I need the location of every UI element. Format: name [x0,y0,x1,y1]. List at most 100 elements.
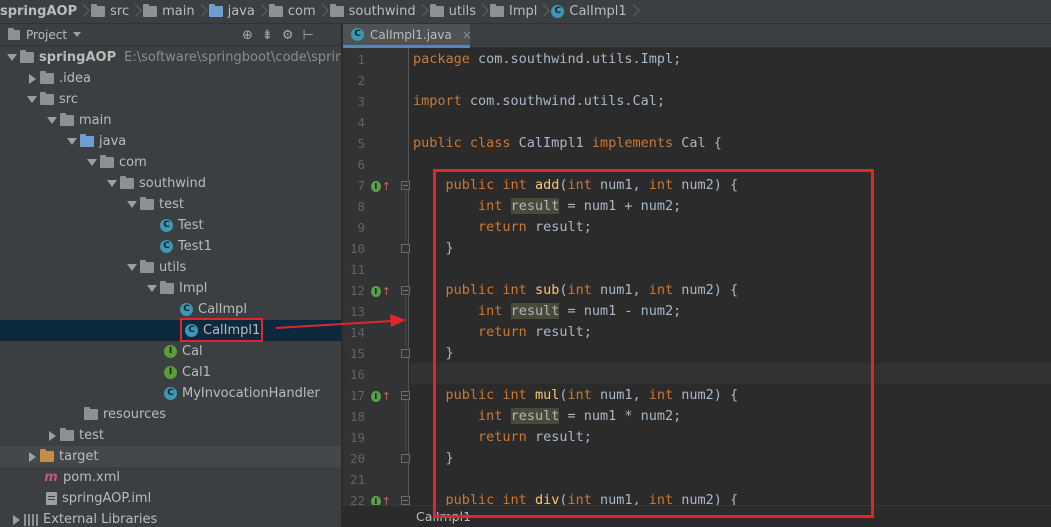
tree-node-resources[interactable]: resources [0,404,341,425]
breadcrumb-separator [476,0,490,23]
breadcrumb-item-springaop[interactable]: springAOP [0,0,77,23]
collapse-arrow-icon[interactable] [24,73,40,84]
package-icon [120,176,134,189]
tree-node-myinvocationhandler[interactable]: C MyInvocationHandler [0,383,341,404]
tree-node-com[interactable]: com [0,152,341,173]
collapse-all-icon[interactable]: ⇟ [262,28,273,43]
tree-node-iml[interactable]: springAOP.iml [0,488,341,509]
breadcrumb-item-impl[interactable]: Impl [490,0,537,23]
resources-folder-icon [84,407,98,420]
project-folder-icon [8,27,20,40]
tree-node-calimpl[interactable]: C CalImpl [0,299,341,320]
tree-node-test-class[interactable]: C Test [0,215,341,236]
breadcrumb-separator [416,0,430,23]
code-line: int result = num1 * num2; [478,408,682,424]
line-number: 8 [357,199,365,214]
collapse-arrow-icon[interactable] [24,451,40,462]
breadcrumb-item-java[interactable]: java [208,0,255,23]
fold-end-icon[interactable] [401,349,410,358]
tree-node-external-libraries[interactable]: External Libraries [0,509,341,527]
collapse-arrow-icon[interactable] [44,430,60,441]
fold-end-icon[interactable] [401,244,410,253]
line-number: 11 [349,262,365,277]
tree-node-test-dir[interactable]: test [0,425,341,446]
tree-node-test-package[interactable]: test [0,194,341,215]
collapse-arrow-icon[interactable] [8,514,24,525]
breadcrumb-item-com[interactable]: com [268,0,316,23]
tree-node-java[interactable]: java [0,131,341,152]
tree-node-cal[interactable]: I Cal [0,341,341,362]
breadcrumb-item-utils[interactable]: utils [429,0,476,23]
folder-icon [60,428,74,441]
line-number: 15 [349,346,365,361]
tree-node-impl[interactable]: Impl [0,278,341,299]
tree-node-test1-class[interactable]: C Test1 [0,236,341,257]
implements-method-marker[interactable]: I ↑ [371,179,391,193]
tree-node-target[interactable]: target [0,446,341,467]
dropdown-icon[interactable] [73,32,82,37]
breadcrumb-item-calimpl1[interactable]: C CalImpl1 [551,0,627,23]
fold-toggle-icon[interactable] [401,496,410,505]
fold-guide [405,191,406,241]
expand-arrow-icon[interactable] [24,96,40,103]
fold-toggle-icon[interactable] [401,391,410,400]
fold-end-icon[interactable] [401,454,410,463]
implements-method-marker[interactable]: I ↑ [371,389,391,403]
project-view-selector[interactable]: Project [26,28,67,42]
expand-arrow-icon[interactable] [124,201,140,208]
settings-gear-icon[interactable]: ⚙ [282,28,294,43]
implements-method-marker[interactable]: I ↑ [371,284,391,298]
line-number: 17 [349,388,365,403]
editor-structure-breadcrumb[interactable]: CalImpl1 [343,505,1051,527]
close-tab-icon[interactable]: × [462,28,472,42]
tree-node-cal1[interactable]: I Cal1 [0,362,341,383]
line-number: 10 [349,241,365,256]
expand-arrow-icon[interactable] [4,54,20,61]
locate-icon[interactable]: ⊕ [242,28,253,43]
code-line: } [413,240,454,256]
code-editor[interactable]: 1 2 3 4 5 6 7 8 9 10 11 12 13 14 15 16 1… [343,48,1051,527]
expand-arrow-icon[interactable] [144,285,160,292]
package-icon [100,155,114,168]
tree-node-utils[interactable]: utils [0,257,341,278]
fold-toggle-icon[interactable] [401,181,410,190]
code-line: public class CalImpl1 implements Cal { [413,135,722,151]
structure-crumb-calimpl1[interactable]: CalImpl1 [416,509,471,524]
tree-node-main[interactable]: main [0,110,341,131]
library-icon [24,513,38,526]
line-number: 6 [357,157,365,172]
class-icon: C [160,219,173,232]
excluded-folder-icon [40,449,54,462]
expand-arrow-icon[interactable] [104,180,120,187]
code-line: return result; [478,429,592,445]
tab-calimpl1-java[interactable]: C CalImpl1.java × [343,24,472,48]
maven-icon: m [44,470,58,485]
breadcrumb-item-southwind[interactable]: southwind [329,0,416,23]
expand-arrow-icon[interactable] [64,138,80,145]
hide-panel-icon[interactable]: ⊢ [302,28,313,43]
tree-node-southwind[interactable]: southwind [0,173,341,194]
editor-gutter: 1 2 3 4 5 6 7 8 9 10 11 12 13 14 15 16 1… [343,48,410,527]
line-number: 14 [349,325,365,340]
breadcrumb-separator [255,0,269,23]
expand-arrow-icon[interactable] [124,264,140,271]
interface-icon: I [164,366,177,379]
tree-node-calimpl1[interactable]: C CalImpl1 [0,318,341,342]
tree-node-springaop[interactable]: springAOP E:\software\springboot\code\sp… [0,47,341,68]
project-tool-window: Project ⊕ ⇟ ⚙ ⊢ springAOP E:\software\sp… [0,24,342,527]
expand-arrow-icon[interactable] [84,159,100,166]
line-number: 12 [349,283,365,298]
line-number: 16 [349,367,365,382]
line-number: 9 [357,220,365,235]
line-number: 7 [357,178,365,193]
expand-arrow-icon[interactable] [44,117,60,124]
breadcrumb-item-src[interactable]: src [91,0,129,23]
tree-node-src[interactable]: src [0,89,341,110]
breadcrumb-separator [627,0,641,23]
code-line: int result = num1 + num2; [478,198,682,214]
class-icon: C [180,303,193,316]
breadcrumb-item-main[interactable]: main [143,0,195,23]
fold-toggle-icon[interactable] [401,286,410,295]
tree-node-idea[interactable]: .idea [0,68,341,89]
tree-node-pom[interactable]: m pom.xml [0,467,341,488]
